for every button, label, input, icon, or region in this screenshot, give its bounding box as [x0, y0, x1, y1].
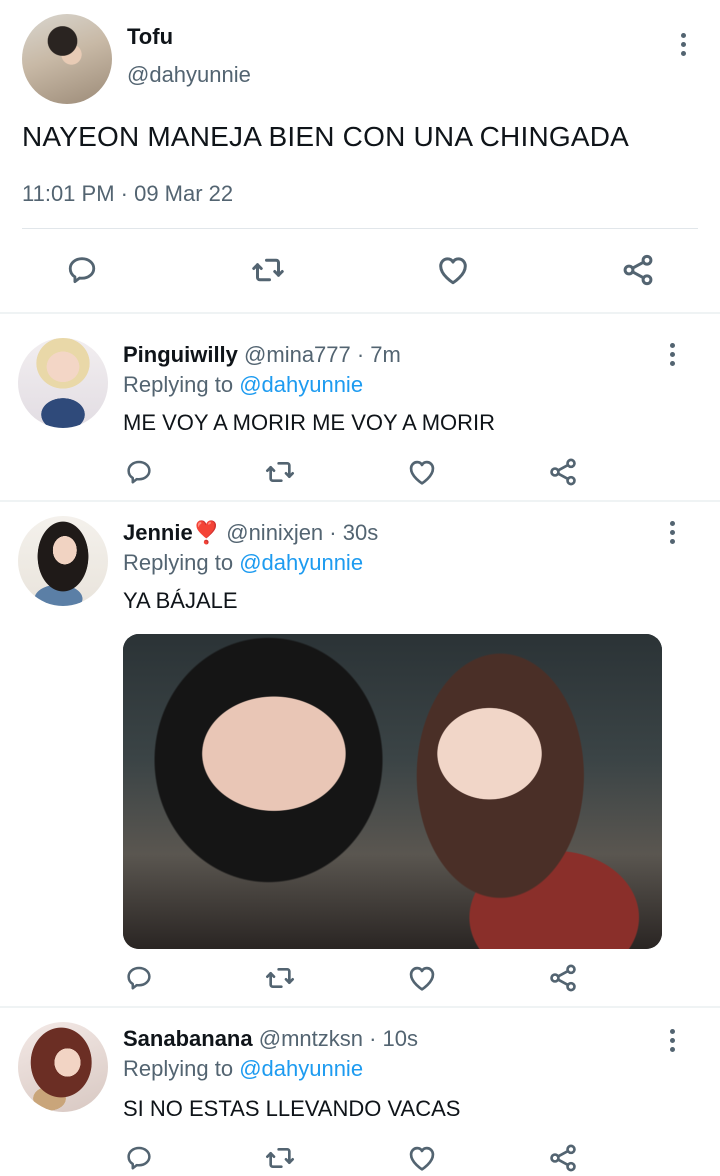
reply-button[interactable] [122, 960, 156, 996]
heart-emoji: ❣️ [192, 520, 221, 545]
more-vertical-icon[interactable] [673, 30, 693, 58]
tweet-actions [0, 248, 720, 292]
replying-label: Replying to [123, 372, 240, 397]
share-icon [550, 1144, 576, 1172]
tweet-text: NAYEON MANEJA BIEN CON UNA CHINGADA [22, 121, 630, 152]
reply-button[interactable] [122, 454, 156, 490]
share-button[interactable] [618, 248, 658, 292]
reply-icon [68, 257, 96, 284]
mention-link[interactable]: @dahyunnie [239, 1056, 363, 1081]
author-name[interactable]: Pinguiwilly [123, 342, 238, 367]
reply-tweet[interactable]: Sanabanana @mntzksn · 10s Replying to @d… [0, 1008, 720, 1176]
retweet-icon [266, 1148, 294, 1168]
heart-icon [409, 966, 435, 991]
author-name[interactable]: Tofu [127, 24, 173, 50]
tweet-actions [0, 454, 720, 490]
avatar[interactable] [18, 338, 108, 428]
tweet-actions [0, 960, 720, 996]
like-button[interactable] [432, 248, 474, 292]
reply-icon [127, 966, 151, 990]
author-meta: @mina777 · 7m [244, 342, 401, 367]
retweet-button[interactable] [262, 960, 298, 996]
replying-to: Replying to @dahyunnie [123, 372, 363, 398]
share-button[interactable] [546, 960, 580, 996]
share-icon [550, 458, 576, 486]
mention-link[interactable]: @dahyunnie [239, 372, 363, 397]
more-vertical-icon[interactable] [662, 1026, 682, 1054]
author-name[interactable]: Jennie [123, 520, 193, 545]
retweet-button[interactable] [262, 1140, 298, 1176]
main-tweet: Tofu @dahyunnie NAYEON MANEJA BIEN CON U… [0, 0, 720, 312]
heart-icon [439, 257, 467, 285]
avatar[interactable] [18, 516, 108, 606]
avatar[interactable] [22, 14, 112, 104]
tweet-media-image[interactable] [123, 634, 662, 949]
tweet-text: ME VOY A MORIR ME VOY A MORIR [123, 410, 496, 435]
replying-to: Replying to @dahyunnie [123, 550, 363, 576]
more-vertical-icon[interactable] [662, 340, 682, 368]
replying-to: Replying to @dahyunnie [123, 1056, 363, 1082]
author-meta: @ninixjen · 30s [226, 520, 379, 545]
tweet-actions [0, 1140, 720, 1176]
tweet-text: SI NO ESTAS LLEVANDO VACAS [123, 1096, 461, 1121]
author-name[interactable]: Sanabanana [123, 1026, 253, 1051]
retweet-icon [266, 462, 294, 482]
reply-button[interactable] [62, 248, 102, 292]
heart-icon [409, 460, 435, 485]
reply-button[interactable] [122, 1140, 156, 1176]
retweet-button[interactable] [262, 454, 298, 490]
reply-tweet[interactable]: Pinguiwilly @mina777 · 7m Replying to @d… [0, 314, 720, 500]
tweet-text: YA BÁJALE [123, 588, 238, 613]
share-button[interactable] [546, 454, 580, 490]
avatar[interactable] [18, 1022, 108, 1112]
retweet-button[interactable] [246, 248, 290, 292]
replying-label: Replying to [123, 550, 240, 575]
author-handle[interactable]: @dahyunnie [127, 62, 251, 88]
tweet-timestamp: 11:01 PM · 09 Mar 22 [22, 181, 234, 206]
author-meta: @mntzksn · 10s [258, 1026, 418, 1051]
retweet-icon [266, 968, 294, 988]
media-photo [123, 634, 662, 949]
share-button[interactable] [546, 1140, 580, 1176]
like-button[interactable] [404, 960, 440, 996]
retweet-icon [252, 258, 284, 282]
reply-icon [127, 460, 151, 484]
reply-icon [127, 1146, 151, 1170]
more-vertical-icon[interactable] [662, 518, 682, 546]
replying-label: Replying to [123, 1056, 240, 1081]
like-button[interactable] [404, 454, 440, 490]
mention-link[interactable]: @dahyunnie [239, 550, 363, 575]
heart-icon [409, 1146, 435, 1171]
like-button[interactable] [404, 1140, 440, 1176]
share-icon [623, 254, 653, 286]
divider [22, 228, 698, 229]
share-icon [550, 964, 576, 992]
